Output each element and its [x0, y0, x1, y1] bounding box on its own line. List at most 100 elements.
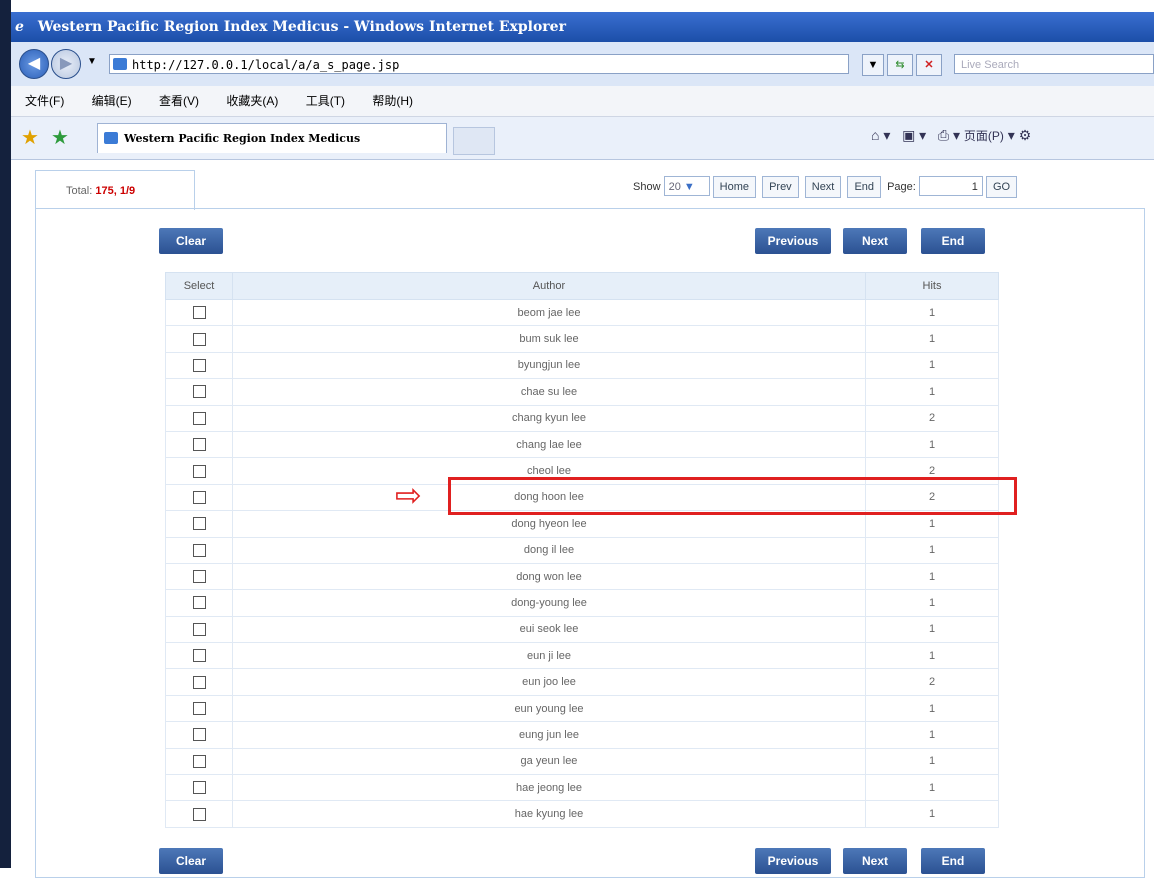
- stop-icon[interactable]: ✕: [916, 54, 942, 76]
- row-checkbox[interactable]: [192, 464, 206, 478]
- select-cell: [165, 747, 233, 776]
- previous-button-top[interactable]: Previous: [755, 228, 831, 254]
- author-cell: dong-young lee: [232, 589, 866, 617]
- table-row: ga yeun lee 1: [165, 747, 999, 776]
- add-favorites-icon[interactable]: ★: [51, 125, 69, 150]
- print-icon[interactable]: ⎙: [938, 127, 949, 143]
- row-checkbox[interactable]: [192, 490, 206, 504]
- clear-button-top[interactable]: Clear: [159, 228, 223, 254]
- table-row: dong il lee 1: [165, 536, 999, 564]
- favorites-star-icon[interactable]: ★: [21, 125, 39, 150]
- row-checkbox[interactable]: [192, 702, 206, 716]
- url-dropdown-icon[interactable]: ▼: [862, 54, 884, 76]
- menu-tools[interactable]: 工具(T): [306, 94, 345, 108]
- chevron-down-icon: ▼: [683, 181, 695, 193]
- row-checkbox[interactable]: [192, 517, 206, 531]
- next-button-bottom[interactable]: Next: [843, 848, 907, 874]
- hits-cell: 1: [865, 430, 999, 459]
- row-checkbox[interactable]: [192, 675, 206, 689]
- end-button-top[interactable]: End: [921, 228, 985, 254]
- tools-icon[interactable]: ⚙: [1019, 127, 1032, 143]
- author-cell: chang lae lee: [232, 430, 866, 459]
- row-checkbox[interactable]: [192, 358, 206, 372]
- end-button-bottom[interactable]: End: [921, 848, 985, 874]
- select-cell: [165, 536, 233, 564]
- table-row: beom jae lee 1: [165, 298, 999, 327]
- select-cell: [165, 483, 233, 512]
- hits-cell: 1: [865, 536, 999, 564]
- new-tab-button[interactable]: [453, 127, 495, 155]
- home-button[interactable]: Home: [712, 176, 756, 198]
- address-bar: ◀ ▶ ▼ http://127.0.0.1/local/a/a_s_page.…: [11, 42, 1154, 87]
- url-field[interactable]: http://127.0.0.1/local/a/a_s_page.jsp: [109, 54, 849, 74]
- row-checkbox[interactable]: [192, 332, 206, 346]
- page-menu[interactable]: 页面(P): [964, 129, 1004, 143]
- table-row: eui seok lee 1: [165, 615, 999, 644]
- top-pager: Show 20 ▼ Home Prev Next End Page: 1 GO: [633, 176, 1020, 198]
- row-checkbox[interactable]: [192, 781, 206, 795]
- table-row: byungjun lee 1: [165, 351, 999, 380]
- show-select[interactable]: 20 ▼: [663, 176, 710, 196]
- row-checkbox[interactable]: [192, 438, 206, 452]
- end-page-button[interactable]: End: [847, 176, 882, 198]
- author-cell: hae jeong lee: [232, 774, 866, 802]
- page-input[interactable]: 1: [918, 176, 983, 196]
- menu-favorites[interactable]: 收藏夹(A): [226, 94, 278, 108]
- table-row: eung jun lee 1: [165, 721, 999, 749]
- clear-button-bottom[interactable]: Clear: [159, 848, 223, 874]
- go-button[interactable]: GO: [985, 176, 1018, 198]
- row-checkbox[interactable]: [192, 543, 206, 557]
- back-button[interactable]: ◀: [19, 49, 49, 79]
- column-header-hits: Hits: [865, 272, 999, 300]
- row-checkbox[interactable]: [192, 622, 206, 636]
- author-cell: beom jae lee: [232, 298, 866, 327]
- hits-cell: 1: [865, 589, 999, 617]
- row-checkbox[interactable]: [192, 306, 206, 320]
- row-checkbox[interactable]: [192, 754, 206, 768]
- window-title: Western Pacific Region Index Medicus - W…: [37, 19, 566, 35]
- select-cell: [165, 721, 233, 749]
- select-cell: [165, 351, 233, 380]
- show-value: 20: [668, 181, 681, 193]
- hits-cell: 1: [865, 378, 999, 406]
- hits-cell: 1: [865, 642, 999, 670]
- menu-help[interactable]: 帮助(H): [372, 94, 413, 108]
- menu-file[interactable]: 文件(F): [25, 94, 64, 108]
- row-checkbox[interactable]: [192, 649, 206, 663]
- hits-cell: 1: [865, 694, 999, 723]
- previous-button-bottom[interactable]: Previous: [755, 848, 831, 874]
- window-title-bar: e Western Pacific Region Index Medicus -…: [11, 12, 1154, 42]
- row-checkbox[interactable]: [192, 570, 206, 584]
- feeds-icon[interactable]: ▣: [902, 127, 915, 143]
- page-label: Page:: [887, 181, 916, 193]
- tab-current[interactable]: Western Pacific Region Index Medicus: [97, 123, 447, 153]
- author-cell: chang kyun lee: [232, 404, 866, 432]
- live-search-input[interactable]: Live Search: [954, 54, 1154, 74]
- author-cell: byungjun lee: [232, 351, 866, 380]
- forward-button[interactable]: ▶: [51, 49, 81, 79]
- url-text: http://127.0.0.1/local/a/a_s_page.jsp: [132, 58, 400, 72]
- select-cell: [165, 800, 233, 828]
- menu-edit[interactable]: 编辑(E): [92, 94, 132, 108]
- select-cell: [165, 694, 233, 723]
- row-checkbox[interactable]: [192, 385, 206, 399]
- row-checkbox[interactable]: [192, 411, 206, 425]
- hits-cell: 1: [865, 298, 999, 327]
- prev-button[interactable]: Prev: [762, 176, 799, 198]
- command-bar: ⌂ ▾ ▣ ▾ ⎙ ▾ 页面(P) ▾ ⚙: [871, 127, 1032, 143]
- next-button-top[interactable]: Next: [843, 228, 907, 254]
- table-row: dong-young lee 1: [165, 589, 999, 617]
- table-row: eun ji lee 1: [165, 642, 999, 670]
- row-checkbox[interactable]: [192, 596, 206, 610]
- home-icon[interactable]: ⌂: [871, 127, 879, 143]
- row-checkbox[interactable]: [192, 728, 206, 742]
- select-cell: [165, 589, 233, 617]
- hits-cell: 1: [865, 562, 999, 591]
- next-page-button[interactable]: Next: [804, 176, 842, 198]
- author-cell: dong won lee: [232, 562, 866, 591]
- menu-view[interactable]: 查看(V): [159, 94, 199, 108]
- row-checkbox[interactable]: [192, 807, 206, 821]
- refresh-icon[interactable]: ⇆: [887, 54, 913, 76]
- history-dropdown-icon[interactable]: ▼: [87, 56, 97, 67]
- author-cell: bum suk lee: [232, 325, 866, 353]
